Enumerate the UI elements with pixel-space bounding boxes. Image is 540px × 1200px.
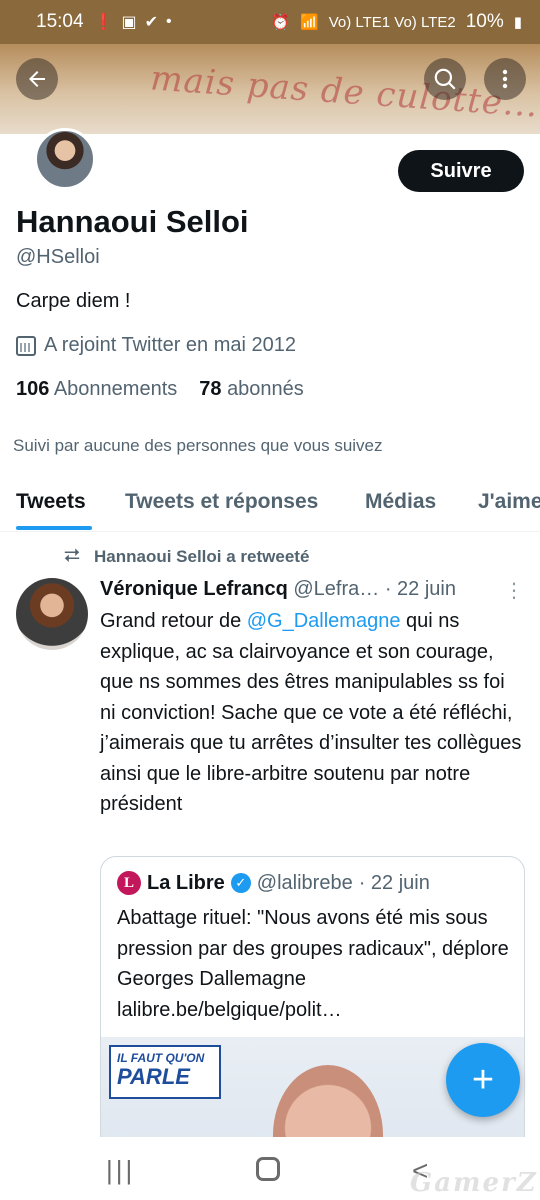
follow-stats: 106 Abonnements 78 abonnés: [16, 378, 304, 401]
media-badge-line2: PARLE: [117, 1064, 190, 1089]
tab-tweets-replies[interactable]: Tweets et réponses: [125, 490, 318, 514]
tab-likes[interactable]: J'aime: [478, 490, 540, 514]
tweet-mention[interactable]: @G_Dallemagne: [247, 610, 401, 632]
quoted-author-name: La Libre: [147, 871, 225, 894]
search-icon: [434, 68, 456, 90]
quoted-text: Abattage rituel: "Nous avons été mis sou…: [117, 907, 509, 1021]
retweet-label: Hannaoui Selloi a retweeté: [94, 546, 310, 566]
follow-button[interactable]: Suivre: [398, 150, 524, 192]
check-icon: ✔: [144, 14, 158, 31]
tweet-text-rest: qui ns explique, ac sa clairvoyance et s…: [100, 610, 522, 815]
status-right: ⏰ 📶 Vo) LTE1 Vo) LTE2 10% ▮: [271, 11, 522, 33]
quoted-handle: @lalibrebe: [256, 871, 353, 894]
alert-icon: ❗: [93, 14, 114, 31]
quoted-tweet[interactable]: L La Libre ✓ @lalibrebe · 22 juin Abatta…: [100, 856, 525, 1176]
retweet-context: ⮂ Hannaoui Selloi a retweeté: [64, 545, 309, 568]
compose-tweet-button[interactable]: +: [446, 1043, 520, 1117]
media-badge-line1: IL FAUT QU'ON: [117, 1051, 205, 1065]
quoted-header: L La Libre ✓ @lalibrebe · 22 juin: [117, 871, 430, 895]
dot-icon: •: [166, 13, 172, 30]
quoted-date: · 22 juin: [358, 871, 430, 894]
tweet-more-icon[interactable]: ⋮: [504, 578, 524, 603]
followed-by-text: Suivi par aucune des personnes que vous …: [13, 436, 383, 455]
following-link[interactable]: 106 Abonnements: [16, 378, 177, 401]
notification-icons: ❗ ▣ ✔ •: [94, 12, 172, 32]
alarm-icon: ⏰: [271, 14, 290, 31]
following-label: Abonnements: [53, 378, 178, 400]
retweet-icon: ⮂: [64, 545, 80, 567]
profile-avatar[interactable]: [34, 128, 96, 190]
active-tab-indicator: [16, 526, 92, 530]
arrow-left-icon: [29, 71, 45, 87]
followers-label: abonnés: [227, 378, 304, 400]
banner-handwriting: mais pas de culotte...: [149, 58, 540, 126]
tweet-text-start: Grand retour de: [100, 610, 247, 632]
tweet-author-handle: @Lefra…: [293, 578, 380, 600]
status-bar: 15:04 ❗ ▣ ✔ • ⏰ 📶 Vo) LTE1 Vo) LTE2 10% …: [0, 0, 540, 44]
more-options-button[interactable]: [484, 58, 526, 100]
battery-icon: ▮: [513, 14, 522, 31]
tab-media[interactable]: Médias: [365, 490, 436, 514]
joined-date: A rejoint Twitter en mai 2012: [16, 334, 296, 357]
joined-text: A rejoint Twitter en mai 2012: [44, 334, 296, 356]
battery-level: 10%: [465, 11, 504, 32]
more-vertical-icon: [502, 69, 508, 89]
media-show-badge: IL FAUT QU'ON PARLE: [109, 1045, 221, 1099]
status-time: 15:04: [36, 11, 84, 32]
tweet-date: · 22 juin: [384, 578, 456, 600]
search-button[interactable]: [424, 58, 466, 100]
watermark: GamerZ: [410, 1168, 538, 1198]
wifi-icon: 📶: [300, 14, 319, 31]
profile-name: Hannaoui Selloi: [16, 204, 249, 239]
back-button[interactable]: [16, 58, 58, 100]
profile-tabs: Tweets Tweets et réponses Médias J'aime: [0, 470, 540, 532]
recents-icon[interactable]: |||: [106, 1155, 135, 1186]
home-icon[interactable]: [256, 1157, 280, 1181]
signal-text: Vo) LTE1 Vo) LTE2: [328, 13, 456, 31]
tweet-text: Grand retour de @G_Dallemagne qui ns exp…: [100, 606, 525, 820]
verified-badge-icon: ✓: [230, 873, 251, 893]
profile-bio: Carpe diem !: [16, 290, 131, 312]
tweet-author-avatar[interactable]: [16, 578, 88, 650]
followers-link[interactable]: 78 abonnés: [199, 378, 304, 401]
image-icon: ▣: [121, 14, 137, 31]
calendar-icon: [16, 335, 36, 356]
tweet-header: Véronique Lefrancq @Lefra… · 22 juin: [100, 578, 456, 601]
followers-count: 78: [199, 378, 222, 400]
tab-tweets[interactable]: Tweets: [16, 490, 86, 514]
quoted-avatar: L: [117, 871, 141, 895]
profile-handle: @HSelloi: [16, 246, 100, 268]
tweet-author-name[interactable]: Véronique Lefrancq: [100, 578, 288, 600]
profile-banner: mais pas de culotte...: [0, 44, 540, 134]
following-count: 106: [16, 378, 50, 400]
